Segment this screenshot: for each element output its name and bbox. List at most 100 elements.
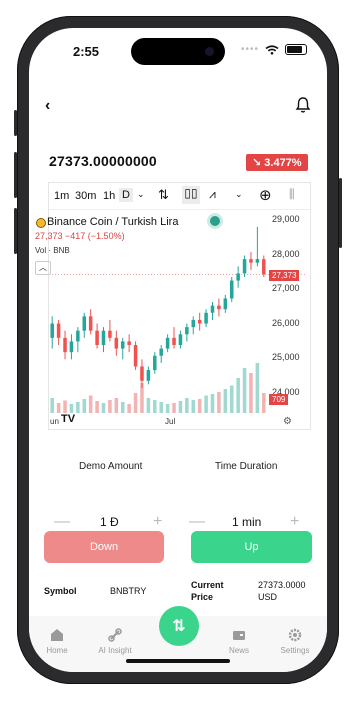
candle-body	[204, 312, 208, 324]
chart-quote: 27,373 −417 (−1.50%)	[35, 231, 125, 241]
volume-bar	[242, 368, 247, 413]
candle-body	[101, 330, 106, 345]
volume-bar	[76, 402, 80, 413]
candle-body	[153, 355, 157, 371]
duration-value[interactable]: 1 min	[232, 515, 261, 529]
nav-news-label: News	[228, 646, 249, 655]
volume-up-button	[14, 152, 17, 198]
chart-type-icon[interactable]: ⫼	[289, 187, 295, 202]
candle-body	[120, 341, 125, 349]
tradingview-logo: TV	[61, 413, 76, 425]
candle-body	[133, 345, 138, 367]
volume-bar	[197, 399, 202, 413]
amount-value[interactable]: 1 Đ	[100, 515, 119, 529]
volume-bar	[69, 404, 74, 413]
coin-icon	[36, 218, 46, 228]
back-button[interactable]: ‹	[45, 97, 50, 115]
chevron-down-icon[interactable]: ⌄	[137, 189, 145, 200]
demo-amount-label: Demo Amount	[79, 461, 143, 472]
volume-bar	[63, 400, 67, 413]
candle-body	[178, 334, 183, 345]
candle-body	[223, 298, 228, 310]
volume-bar	[165, 404, 170, 413]
candle-body	[76, 330, 80, 342]
y-tick: 28,000	[272, 249, 300, 259]
volume-bar	[185, 398, 189, 413]
screen: 2:55 •••• ‹ 27373.00000000 ↘ 3.477% 1m 3…	[29, 28, 327, 672]
current-price: 27373.00000000	[49, 153, 157, 169]
volume-bar	[236, 378, 240, 413]
volume-bar	[127, 404, 131, 413]
y-tick: 26,000	[272, 318, 300, 328]
candle-body	[185, 327, 189, 335]
candle-body	[242, 259, 247, 274]
home-icon	[51, 629, 63, 641]
nav-home[interactable]: Home	[29, 628, 85, 655]
candle-body	[165, 337, 170, 349]
duration-plus-button[interactable]: +	[290, 513, 299, 531]
add-icon[interactable]: ⊕	[259, 186, 272, 204]
candle-body	[172, 337, 176, 345]
compare-icon[interactable]: ⇅	[158, 187, 169, 203]
candle-body	[69, 341, 74, 353]
settings-gear-icon[interactable]: ⚙	[283, 416, 292, 427]
nav-settings[interactable]: Settings	[267, 628, 323, 655]
volume-bar	[249, 373, 253, 413]
candle-body	[255, 259, 260, 263]
volume-bar	[146, 398, 151, 413]
interval-1m[interactable]: 1m	[54, 190, 69, 202]
signal-icon: ••••	[241, 44, 260, 55]
indicators-icon[interactable]: ⩘	[209, 187, 216, 202]
symbol-value: BNBTRY	[110, 586, 147, 596]
interval-d[interactable]: D	[119, 188, 133, 202]
gear-icon	[288, 628, 302, 642]
chevron-down-icon-2[interactable]: ⌄	[235, 189, 243, 200]
y-tick: 29,000	[272, 214, 300, 224]
bell-icon[interactable]	[294, 96, 312, 114]
dynamic-island	[131, 38, 225, 65]
candles-icon[interactable]: ▯▯	[182, 186, 200, 204]
collapse-button[interactable]: ︿	[35, 261, 51, 275]
candle-body	[140, 366, 144, 381]
wifi-icon	[265, 44, 279, 55]
candle-body	[114, 337, 119, 349]
silent-switch	[14, 110, 17, 136]
candle-body	[191, 319, 196, 328]
y-tick: 25,000	[272, 352, 300, 362]
duration-minus-button[interactable]: —	[189, 513, 205, 531]
volume-bar	[95, 401, 99, 413]
volume-bar	[223, 389, 228, 413]
current-price-label-2: Price	[191, 592, 214, 602]
interval-1h[interactable]: 1h	[103, 190, 115, 202]
volume-bar	[108, 400, 112, 413]
trend-down-icon: ↘	[252, 157, 262, 169]
amount-minus-button[interactable]: —	[54, 513, 70, 531]
nav-news[interactable]: News	[211, 628, 267, 655]
volume-bar	[262, 393, 266, 413]
nav-settings-label: Settings	[280, 646, 310, 655]
candle-body	[249, 259, 253, 263]
up-button[interactable]: Up	[191, 531, 312, 563]
battery-icon	[285, 44, 308, 55]
volume-bar	[50, 398, 54, 413]
candle-body	[210, 305, 215, 313]
nav-ai-insight-label: AI Insight	[98, 646, 132, 655]
change-value: 3.477%	[264, 157, 302, 169]
trade-fab[interactable]: ⇅	[159, 606, 199, 646]
volume-bar	[114, 398, 119, 413]
nav-ai-insight[interactable]: AI Insight	[87, 628, 143, 655]
candle-body	[159, 348, 163, 356]
amount-plus-button[interactable]: +	[153, 513, 162, 531]
symbol-label: Symbol	[44, 586, 77, 596]
interval-30m[interactable]: 30m	[75, 190, 96, 202]
volume-bar	[204, 395, 208, 413]
time-duration-label: Time Duration	[215, 461, 278, 472]
current-price-value-2: USD	[258, 592, 278, 602]
down-button[interactable]: Down	[44, 531, 164, 563]
status-time: 2:55	[73, 44, 100, 59]
candle-body	[127, 341, 131, 345]
volume-down-button	[14, 208, 17, 254]
volume-bar	[178, 401, 183, 413]
candle-body	[146, 370, 151, 381]
candle-body	[82, 316, 87, 331]
